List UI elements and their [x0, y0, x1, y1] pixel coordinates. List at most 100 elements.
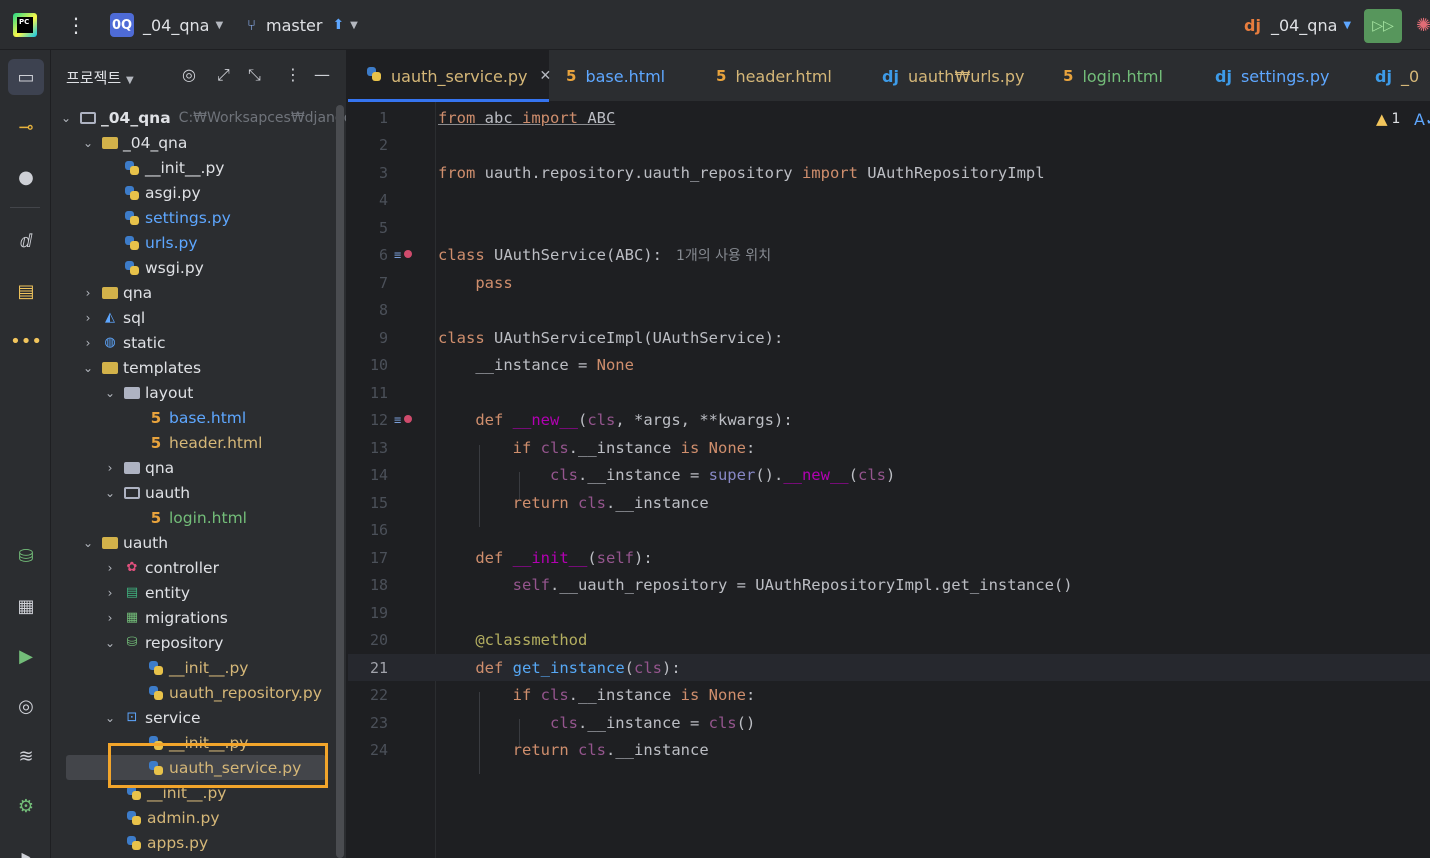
code-line[interactable]: 1 from abc import ABC: [348, 104, 1430, 131]
tree-item[interactable]: ⌄ ⊡ service: [103, 705, 346, 730]
tree-item[interactable]: ⌄ layout: [103, 380, 346, 405]
main-menu-icon[interactable]: ⋮: [66, 0, 86, 50]
code-line[interactable]: 12 ≡ def __new__(cls, *args, **kwargs):: [348, 406, 1430, 433]
code-line-current[interactable]: 21 def get_instance(cls):: [348, 654, 1430, 681]
tab-overflow[interactable]: dj _0: [1375, 50, 1419, 102]
code-line[interactable]: 23 cls.__instance = cls(): [348, 709, 1430, 736]
python-console-icon[interactable]: ◎: [13, 693, 39, 719]
tree-item[interactable]: 5 login.html: [147, 505, 346, 530]
code-line[interactable]: 13 if cls.__instance is None:: [348, 434, 1430, 461]
project-tool-icon[interactable]: ▭: [13, 64, 39, 90]
code-line[interactable]: 19: [348, 599, 1430, 626]
tree-item[interactable]: 5 base.html: [147, 405, 346, 430]
expand-all-icon[interactable]: ⤢: [217, 65, 230, 85]
terminal-icon[interactable]: ▸: [13, 843, 39, 858]
folder-icon: [102, 136, 118, 149]
close-icon[interactable]: ✕: [540, 68, 552, 84]
tree-item[interactable]: › ◭ sql: [81, 305, 346, 330]
run-tool-icon[interactable]: ▶: [13, 643, 39, 669]
locate-icon[interactable]: ◎: [182, 65, 196, 84]
code-editor[interactable]: ▲ 1 A✓ 1 from abc import ABC 2 3 from ua…: [348, 102, 1430, 858]
project-selector[interactable]: _04_qna ▼: [143, 0, 223, 50]
tree-item[interactable]: wsgi.py: [123, 255, 346, 280]
tree-root[interactable]: ⌄ _04_qna C:₩Worksapces₩django: [59, 105, 346, 130]
run-button[interactable]: ▷▷: [1364, 9, 1402, 43]
tree-item[interactable]: ⌄ templates: [81, 355, 346, 380]
tree-item[interactable]: › qna: [81, 280, 346, 305]
tree-item[interactable]: ⌄ _04_qna: [81, 130, 346, 155]
panel-scrollbar[interactable]: [336, 105, 344, 858]
tree-item[interactable]: › qna: [103, 455, 346, 480]
code-line[interactable]: 9 class UAuthServiceImpl(UAuthService):: [348, 324, 1430, 351]
tree-item[interactable]: __init__.py: [147, 655, 346, 680]
tree-item-label: repository: [145, 633, 224, 652]
code-line[interactable]: 8: [348, 296, 1430, 323]
tree-item[interactable]: › ▦ migrations: [103, 605, 346, 630]
project-panel-title[interactable]: 프로젝트 ▼: [66, 67, 134, 88]
tab-uauth-service[interactable]: uauth_service.py ✕: [348, 50, 552, 102]
code-line[interactable]: 7 pass: [348, 269, 1430, 296]
tree-item[interactable]: urls.py: [123, 230, 346, 255]
code-text: if cls.__instance is None:: [512, 438, 756, 457]
services-icon[interactable]: ▤: [13, 278, 39, 304]
debug-icon[interactable]: ✺: [1416, 0, 1430, 50]
tab-header-html[interactable]: 5 header.html: [716, 50, 832, 102]
tree-item[interactable]: › ◍ static: [81, 330, 346, 355]
code-line[interactable]: 15 return cls.__instance: [348, 489, 1430, 516]
layers-icon[interactable]: ≋: [13, 743, 39, 769]
options-icon[interactable]: ⋮: [285, 65, 301, 84]
tree-item[interactable]: ⌄ uauth: [103, 480, 346, 505]
code-line[interactable]: 10 __instance = None: [348, 351, 1430, 378]
pycharm-logo-icon[interactable]: PC: [13, 13, 37, 37]
code-line[interactable]: 3 from uauth.repository.uauth_repository…: [348, 159, 1430, 186]
usage-hint[interactable]: 1개의 사용 위치: [676, 248, 771, 264]
run-config-selector[interactable]: dj _04_qna ▼: [1244, 0, 1351, 50]
tree-item[interactable]: ⌄ ⛁ repository: [103, 630, 346, 655]
tree-item[interactable]: 5 header.html: [147, 430, 346, 455]
tab-base-html[interactable]: 5 base.html: [566, 50, 665, 102]
tab-uauth-urls[interactable]: dj uauth₩urls.py: [882, 50, 1024, 102]
code-line[interactable]: 22 if cls.__instance is None:: [348, 681, 1430, 708]
code-line[interactable]: 2: [348, 131, 1430, 158]
tree-item[interactable]: › ✿ controller: [103, 555, 346, 580]
code-line[interactable]: 11: [348, 379, 1430, 406]
vcs-branch-selector[interactable]: ⑂ master ⬆ ▼: [247, 0, 358, 50]
implemented-marker-icon[interactable]: ≡: [394, 248, 412, 262]
tree-item[interactable]: › ▤ entity: [103, 580, 346, 605]
code-line[interactable]: 18 self.__uauth_repository = UAuthReposi…: [348, 571, 1430, 598]
tree-item[interactable]: admin.py: [125, 805, 346, 830]
structure-icon[interactable]: ⅆ: [13, 228, 39, 254]
code-line[interactable]: 6 ≡ class UAuthService(ABC): 1개의 사용 위치: [348, 241, 1430, 268]
code-line[interactable]: 16: [348, 516, 1430, 543]
hide-panel-icon[interactable]: —: [314, 65, 330, 84]
more-tools-icon[interactable]: •••: [10, 328, 42, 354]
tree-item[interactable]: uauth_repository.py: [147, 680, 346, 705]
tree-item[interactable]: ⌄ uauth: [81, 530, 346, 555]
collapse-all-icon[interactable]: ⤡: [248, 65, 261, 85]
tree-item[interactable]: apps.py: [125, 830, 346, 855]
code-line[interactable]: 24 return cls.__instance: [348, 736, 1430, 763]
controller-folder-icon: ✿: [126, 560, 138, 575]
project-badge[interactable]: 0Q: [110, 13, 134, 37]
override-marker-icon[interactable]: ≡: [394, 413, 412, 427]
code-line[interactable]: 4: [348, 186, 1430, 213]
commit-icon[interactable]: ⊸: [13, 114, 39, 140]
excel-icon[interactable]: ▦: [13, 593, 39, 619]
code-line[interactable]: 20 @classmethod: [348, 626, 1430, 653]
tab-settings[interactable]: dj settings.py: [1215, 50, 1329, 102]
tree-item-label: base.html: [169, 408, 247, 427]
tab-login-html[interactable]: 5 login.html: [1063, 50, 1163, 102]
github-icon[interactable]: ●: [13, 164, 39, 190]
database-icon[interactable]: ⛁: [13, 543, 39, 569]
code-line[interactable]: 14 cls.__instance = super().__new__(cls): [348, 461, 1430, 488]
settings-gear-icon[interactable]: ⚙: [13, 793, 39, 819]
line-number: 14: [369, 465, 388, 484]
python-file-icon: [148, 660, 164, 676]
tree-item[interactable]: __init__.py: [123, 155, 346, 180]
tree-item[interactable]: asgi.py: [123, 180, 346, 205]
code-line[interactable]: 5: [348, 214, 1430, 241]
code-text: class UAuthService(ABC): 1개의 사용 위치: [438, 245, 772, 264]
code-line[interactable]: 17 def __init__(self):: [348, 544, 1430, 571]
tree-item[interactable]: settings.py: [123, 205, 346, 230]
code-text: __instance = None: [438, 355, 634, 374]
